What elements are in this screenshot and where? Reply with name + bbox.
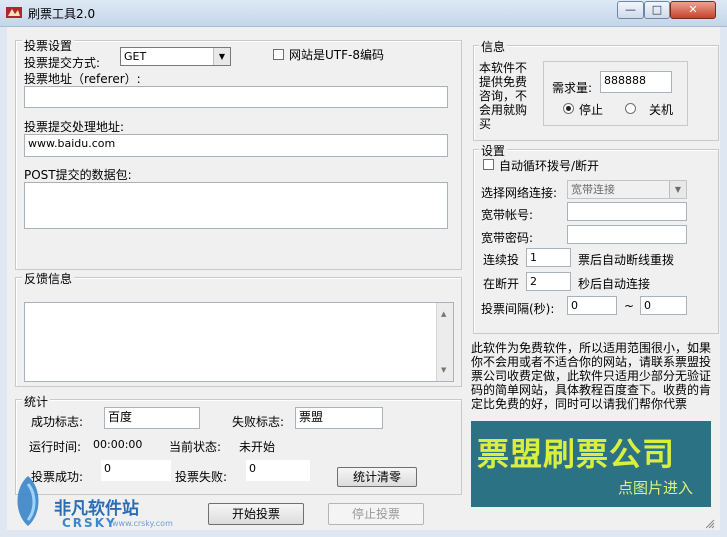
interval-from-input[interactable]: 0 (567, 296, 617, 315)
fail-flag-input[interactable]: 票盟 (295, 407, 383, 429)
status-label: 当前状态: (169, 440, 222, 454)
start-button[interactable]: 开始投票 (208, 503, 304, 525)
referer-input[interactable] (24, 86, 448, 108)
feedback-textarea[interactable]: ▲ ▼ (24, 302, 454, 382)
vote-settings-title: 投票设置 (22, 37, 75, 54)
interval-label: 投票间隔(秒): (481, 302, 555, 316)
fail-count-value: 0 (246, 460, 310, 481)
stats-title: 统计 (22, 393, 51, 410)
reconnect-input[interactable]: 2 (526, 272, 571, 291)
radio-stop-label: 停止 (579, 103, 604, 117)
account-input[interactable] (567, 202, 687, 221)
maximize-button[interactable]: □ (644, 1, 670, 19)
utf8-checkbox[interactable] (273, 49, 284, 60)
feedback-scrollbar[interactable]: ▲ ▼ (436, 303, 453, 381)
success-flag-label: 成功标志: (31, 415, 84, 429)
consecutive-suffix: 票后自动断线重拨 (578, 253, 675, 267)
method-select[interactable]: GET ▼ (120, 47, 231, 66)
method-value: GET (124, 50, 147, 63)
description-text: 此软件为免费软件，所以适用范围很小，如果你不会用或者不适合你的网站，请联系票盟投… (471, 341, 712, 411)
auto-redial-checkbox[interactable] (483, 159, 494, 170)
watermark-brand: CRSKY (62, 516, 117, 530)
radio-stop[interactable] (563, 103, 574, 114)
banner-title: 票盟刷票公司 (477, 435, 676, 473)
auto-redial-label: 自动循环拨号/断开 (499, 159, 600, 173)
info-note-line: 本软件不 (479, 61, 528, 75)
post-label: POST提交的数据包: (24, 168, 132, 182)
minimize-button[interactable]: — (617, 1, 644, 19)
info-note-line: 提供免费 (479, 75, 528, 89)
client-area: 投票设置 投票提交方式: GET ▼ 网站是UTF-8编码 投票地址（refer… (7, 27, 720, 530)
success-flag-input[interactable]: 百度 (104, 407, 200, 429)
handler-input[interactable]: www.baidu.com (24, 134, 448, 157)
resize-grip-icon[interactable] (705, 518, 715, 529)
password-label: 宽带密码: (481, 231, 534, 245)
window-title: 刷票工具2.0 (28, 7, 96, 21)
reconnect-label: 在断开 (483, 277, 520, 291)
reconnect-suffix: 秒后自动连接 (578, 277, 651, 291)
title-bar: 刷票工具2.0 — □ ✕ (0, 0, 727, 27)
radio-shutdown-label: 关机 (649, 103, 674, 117)
run-time-label: 运行时间: (29, 440, 82, 454)
interval-to-input[interactable]: 0 (640, 296, 687, 315)
referer-label: 投票地址（referer）: (24, 72, 141, 86)
radio-shutdown[interactable] (625, 103, 636, 114)
watermark: 非凡软件站 CRSKY www.crsky.com (0, 470, 190, 537)
network-select[interactable]: 宽带连接 ▼ (567, 180, 687, 199)
info-note-line: 买 (479, 117, 492, 131)
network-label: 选择网络连接: (481, 186, 558, 200)
network-value: 宽带连接 (571, 183, 615, 196)
info-note: 本软件不 提供免费 咨询，不 会用就购 买 (479, 61, 527, 131)
info-note-line: 咨询，不 (479, 89, 528, 103)
close-button[interactable]: ✕ (670, 1, 716, 19)
method-label: 投票提交方式: (24, 56, 101, 70)
stop-button[interactable]: 停止投票 (328, 503, 424, 525)
info-note-line: 会用就购 (479, 103, 528, 117)
post-data-textarea[interactable] (24, 182, 448, 229)
info-title: 信息 (479, 38, 508, 55)
scroll-up-icon[interactable]: ▲ (441, 306, 446, 322)
chevron-down-icon: ▼ (213, 48, 230, 65)
feedback-title: 反馈信息 (22, 270, 75, 287)
demand-input[interactable]: 888888 (600, 71, 672, 93)
watermark-domain: www.crsky.com (112, 519, 173, 528)
interval-separator: ~ (624, 299, 635, 313)
status-value: 未开始 (239, 440, 276, 454)
promo-banner[interactable]: 票盟刷票公司 点图片进入 (471, 421, 711, 507)
clear-stats-button[interactable]: 统计清零 (337, 467, 417, 487)
scroll-down-icon[interactable]: ▼ (441, 362, 446, 378)
handler-label: 投票提交处理地址: (24, 120, 125, 134)
demand-label: 需求量: (552, 81, 593, 95)
fail-flag-label: 失败标志: (232, 415, 285, 429)
consecutive-input[interactable]: 1 (526, 248, 571, 267)
consecutive-label: 连续投 (483, 253, 520, 267)
password-input[interactable] (567, 225, 687, 244)
account-label: 宽带帐号: (481, 208, 534, 222)
run-time-value: 00:00:00 (93, 438, 143, 451)
app-icon (6, 7, 22, 18)
chevron-down-icon: ▼ (669, 181, 686, 198)
banner-subtitle: 点图片进入 (617, 479, 693, 497)
watermark-logo-icon (17, 476, 39, 526)
utf8-label: 网站是UTF-8编码 (289, 48, 384, 62)
